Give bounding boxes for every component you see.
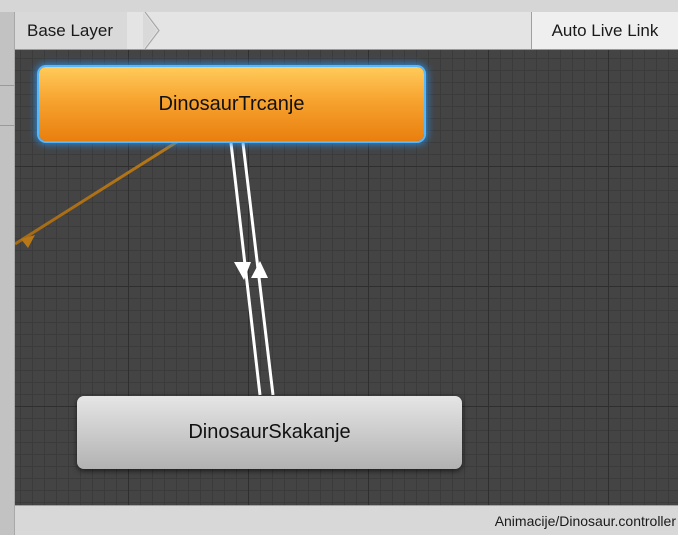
controller-asset-path: Animacije/Dinosaur.controller [494,512,676,529]
auto-live-link-label: Auto Live Link [551,20,659,40]
transition-up-arrow-icon [251,261,268,278]
breadcrumb-base-layer[interactable]: Base Layer [27,21,113,41]
window-top-strip [0,0,678,12]
layers-panel-edge [0,12,15,535]
state-node-label: DinosaurSkakanje [188,421,351,443]
state-machine-graph[interactable]: DinosaurTrcanje DinosaurSkakanje [15,50,678,505]
state-node-dinosaur-trcanje[interactable]: DinosaurTrcanje [39,67,424,141]
breadcrumb-chevron-icon [143,12,160,49]
state-node-dinosaur-skakanje[interactable]: DinosaurSkakanje [77,396,462,469]
animator-toolbar: Base Layer Auto Live Link [15,12,678,50]
state-node-label: DinosaurTrcanje [158,92,305,115]
auto-live-link-button[interactable]: Auto Live Link [531,12,678,49]
status-bar: Animacije/Dinosaur.controller [15,505,678,535]
transition-down-arrow-icon [234,262,251,280]
entry-transition-line[interactable] [15,138,181,246]
breadcrumb[interactable]: Base Layer [15,12,127,49]
